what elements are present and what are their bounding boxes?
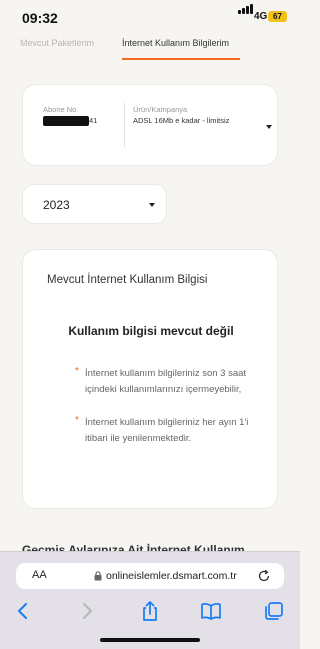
subscription-select[interactable]: Abone No 41 Ürün/Kampanya ADSL 16Mb e ka…	[22, 84, 278, 166]
tab-bar: Mevcut Paketlerim İnternet Kullanım Bilg…	[0, 34, 300, 64]
lock-icon	[94, 571, 102, 581]
active-tab-indicator	[122, 58, 240, 60]
subscriber-no-label: Abone No	[43, 105, 77, 114]
usage-info-card: Mevcut İnternet Kullanım Bilgisi Kullanı…	[22, 249, 278, 509]
usage-info-title: Mevcut İnternet Kullanım Bilgisi	[47, 274, 208, 286]
no-usage-message: Kullanım bilgisi mevcut değil	[68, 324, 234, 338]
note-bullet: *	[75, 415, 79, 426]
tab-internet-usage[interactable]: İnternet Kullanım Bilgilerim	[122, 38, 229, 48]
usage-note: İnternet kullanım bilgileriniz son 3 saa…	[85, 368, 247, 395]
home-indicator	[100, 638, 200, 642]
note-bullet: *	[75, 366, 79, 377]
bookmarks-icon[interactable]	[199, 600, 223, 622]
network-type: 4G	[254, 11, 268, 22]
reader-settings-button[interactable]: AA	[32, 569, 47, 581]
redaction-mark	[43, 116, 89, 126]
status-bar: 09:32 4G 67	[0, 0, 300, 34]
url-text: onlineislemler.dsmart.com.tr	[106, 570, 237, 582]
product-label: Ürün/Kampanya	[133, 105, 188, 114]
battery-icon: 67	[268, 11, 287, 22]
year-select[interactable]: 2023	[22, 184, 167, 224]
subscriber-no-value: 41	[89, 116, 98, 125]
reload-icon[interactable]	[257, 569, 271, 583]
forward-icon[interactable]	[75, 600, 99, 622]
status-time: 09:32	[22, 10, 58, 26]
browser-toolbar: AA onlineislemler.dsmart.com.tr	[0, 551, 300, 649]
address-bar[interactable]: AA onlineislemler.dsmart.com.tr	[16, 563, 284, 589]
usage-note: İnternet kullanım bilgileriniz her ayın …	[85, 417, 249, 444]
tab-current-packages[interactable]: Mevcut Paketlerim	[20, 38, 94, 48]
share-icon[interactable]	[138, 600, 162, 622]
chevron-down-icon	[149, 203, 155, 207]
tabs-icon[interactable]	[262, 600, 286, 622]
divider	[124, 103, 125, 147]
back-icon[interactable]	[11, 600, 35, 622]
year-value: 2023	[43, 198, 70, 212]
chevron-down-icon[interactable]	[266, 125, 272, 129]
product-value: ADSL 16Mb e kadar - limitsiz	[133, 116, 230, 125]
